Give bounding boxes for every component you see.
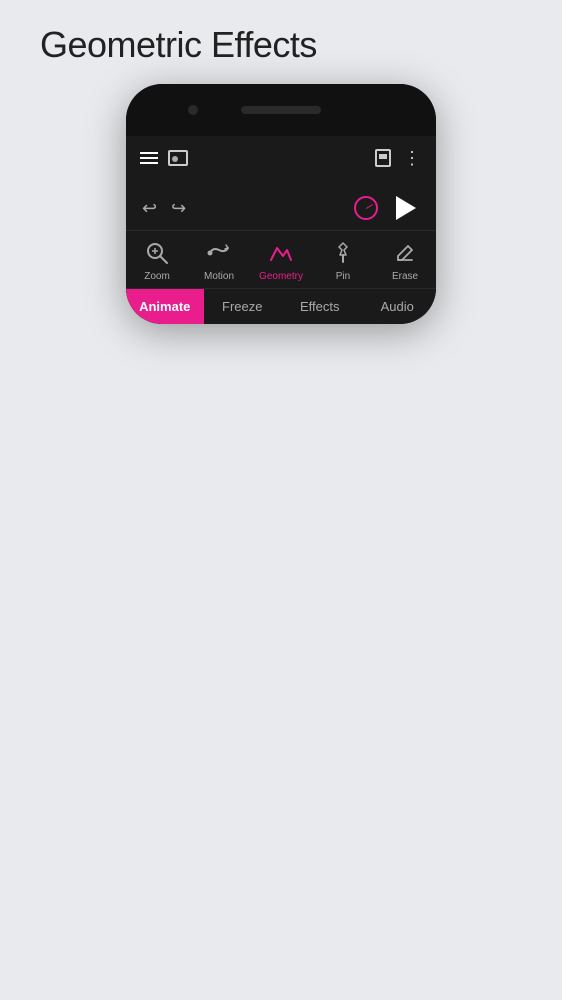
camera-dot [188,105,198,115]
tab-bar: Animate Freeze Effects Audio [126,288,436,324]
save-icon[interactable] [375,149,391,167]
menu-icon[interactable] [140,152,158,164]
playback-bar: ↩ ↪ [126,188,436,230]
erase-icon [391,239,419,267]
pin-label: Pin [336,271,350,282]
pin-icon [329,239,357,267]
play-triangle-icon [396,196,416,220]
tab-effects[interactable]: Effects [281,289,359,324]
motion-icon [205,239,233,267]
tab-audio[interactable]: Audio [359,289,437,324]
phone-frame: ⋮ [126,84,436,324]
toolbar: Zoom Motion [126,230,436,288]
speaker-grille [241,106,321,114]
image-icon[interactable] [168,150,188,166]
topbar-right: ⋮ [375,149,422,167]
topbar-left [140,150,363,166]
tab-animate[interactable]: Animate [126,289,204,324]
motion-label: Motion [204,271,234,282]
app-topbar: ⋮ [126,136,436,180]
tool-pin[interactable]: Pin [318,239,368,282]
geometry-icon [267,239,295,267]
timer-button[interactable] [354,196,378,220]
tool-motion[interactable]: Motion [194,239,244,282]
tool-geometry[interactable]: Geometry [256,239,306,282]
play-button[interactable] [392,194,420,222]
tab-freeze[interactable]: Freeze [204,289,282,324]
undo-redo-group: ↩ ↪ [142,198,186,219]
geometry-label: Geometry [259,271,303,282]
zoom-label: Zoom [144,271,170,282]
erase-label: Erase [392,271,418,282]
tool-erase[interactable]: Erase [380,239,430,282]
page-title: Geometric Effects [0,24,317,66]
redo-button[interactable]: ↪ [171,198,186,219]
tool-zoom[interactable]: Zoom [132,239,182,282]
more-icon[interactable]: ⋮ [403,149,422,167]
phone-top-bar [126,84,436,136]
bottom-controls: ↩ ↪ [126,180,436,324]
zoom-icon [143,239,171,267]
undo-button[interactable]: ↩ [142,198,157,219]
playback-right-group [354,194,420,222]
